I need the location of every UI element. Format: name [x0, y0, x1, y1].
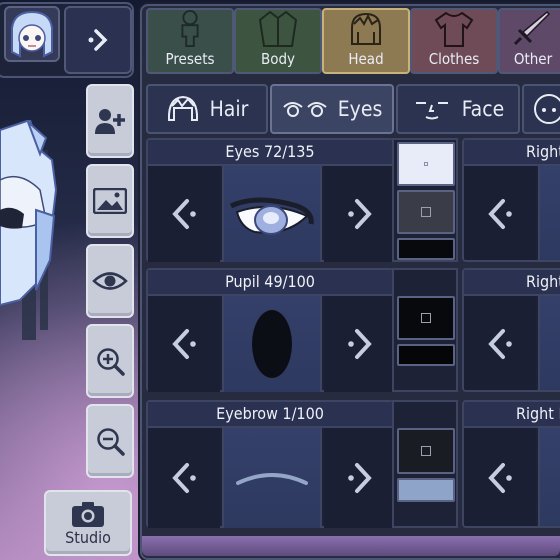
tab-other[interactable]: Other: [498, 8, 560, 74]
card-title: Eyebrow 1/100: [148, 402, 392, 428]
next-eyebrow-button[interactable]: [324, 428, 396, 528]
jacket-icon: [258, 10, 298, 47]
head-outline-icon: [534, 94, 560, 124]
zoom-out-icon: [97, 428, 125, 456]
right-pupil-preview: [538, 296, 560, 390]
character-head-icon[interactable]: [4, 6, 60, 62]
add-character-button[interactable]: [86, 84, 134, 158]
tab-label: Body: [260, 50, 296, 68]
card-title: Eyes 72/135: [148, 140, 392, 166]
tab-clothes[interactable]: Clothes: [410, 8, 498, 74]
subtab-eyes[interactable]: Eyes: [270, 84, 394, 134]
camera-icon: [72, 501, 104, 527]
face-icon: [415, 102, 448, 120]
chevron-right-icon: [348, 199, 372, 229]
subtab-label: Eyes: [337, 97, 383, 121]
prev-pupil-button[interactable]: [148, 296, 220, 392]
sword-icon: [513, 10, 551, 46]
color-swatch[interactable]: [397, 142, 455, 186]
card-title: Right E: [464, 402, 560, 428]
chevron-left-icon: [488, 329, 512, 359]
prev-right-eyebrow-button[interactable]: [464, 428, 536, 526]
eyes-icon: [282, 102, 327, 117]
eyes-card: Eyes 72/135: [146, 138, 396, 262]
right-eye-preview: [538, 166, 560, 260]
card-title: Right: [464, 270, 560, 296]
eyes-preview: [222, 166, 322, 262]
head-icon: [351, 12, 381, 45]
subtab-label: Face: [461, 97, 505, 121]
prev-eyebrow-button[interactable]: [148, 428, 220, 528]
hair-icon: [167, 95, 198, 121]
subtab-hair[interactable]: Hair: [146, 84, 268, 134]
color-swatch[interactable]: [397, 190, 455, 234]
tab-label: Presets: [165, 50, 215, 68]
tab-label: Head: [348, 50, 384, 68]
chevron-right-icon: [88, 29, 108, 51]
eyebrow-card: Eyebrow 1/100: [146, 400, 396, 528]
pupil-card: Pupil 49/100: [146, 268, 396, 392]
color-swatch[interactable]: [397, 296, 455, 340]
zoom-out-button[interactable]: [86, 404, 134, 478]
tab-presets[interactable]: Presets: [146, 8, 234, 74]
chevron-right-icon: [348, 329, 372, 359]
add-person-icon: [95, 109, 125, 134]
toggle-view-button[interactable]: [86, 244, 134, 318]
character-preview[interactable]: [0, 120, 58, 310]
subtab-head[interactable]: [522, 84, 560, 134]
eyebrow-color-swatches: [392, 400, 458, 528]
background-button[interactable]: [86, 164, 134, 238]
chevron-left-icon: [172, 329, 196, 359]
chevron-right-icon: [348, 463, 372, 493]
color-swatch[interactable]: [397, 344, 455, 366]
right-eyebrow-card: Right E: [462, 400, 560, 528]
eyes-color-swatches: [392, 138, 458, 262]
chevron-left-icon: [488, 199, 512, 229]
panel-scrollbar[interactable]: [142, 536, 560, 556]
tab-body[interactable]: Body: [234, 8, 322, 74]
shirt-icon: [434, 11, 474, 47]
card-title: Pupil 49/100: [148, 270, 392, 296]
tab-label: Other: [513, 50, 553, 68]
color-swatch[interactable]: [397, 238, 455, 260]
studio-label: Studio: [65, 527, 111, 547]
tab-label: Clothes: [428, 50, 480, 68]
eye-icon: [92, 272, 128, 290]
chevron-left-icon: [488, 463, 512, 493]
person-silhouette-icon: [181, 10, 199, 48]
right-eye-card: Right: [462, 138, 560, 262]
right-eyebrow-preview: [538, 428, 560, 526]
card-title: Right: [464, 140, 560, 166]
color-swatch[interactable]: [397, 478, 455, 502]
subtab-face[interactable]: Face: [396, 84, 520, 134]
eyebrow-preview: [222, 428, 322, 528]
next-eyes-button[interactable]: [324, 166, 396, 262]
prev-right-pupil-button[interactable]: [464, 296, 536, 390]
prev-right-eye-button[interactable]: [464, 166, 536, 260]
pupil-preview: [222, 296, 322, 392]
chevron-left-icon: [172, 199, 196, 229]
zoom-in-button[interactable]: [86, 324, 134, 398]
zoom-in-icon: [97, 348, 125, 376]
tab-head[interactable]: Head: [322, 8, 410, 74]
right-pupil-card: Right: [462, 268, 560, 392]
next-character-button[interactable]: [64, 6, 132, 74]
color-swatch[interactable]: [397, 428, 455, 474]
chevron-left-icon: [172, 463, 196, 493]
prev-eyes-button[interactable]: [148, 166, 220, 262]
image-icon: [93, 188, 127, 214]
next-pupil-button[interactable]: [324, 296, 396, 392]
pupil-color-swatches: [392, 268, 458, 392]
subtab-label: Hair: [209, 97, 249, 121]
studio-button[interactable]: Studio: [44, 490, 132, 556]
